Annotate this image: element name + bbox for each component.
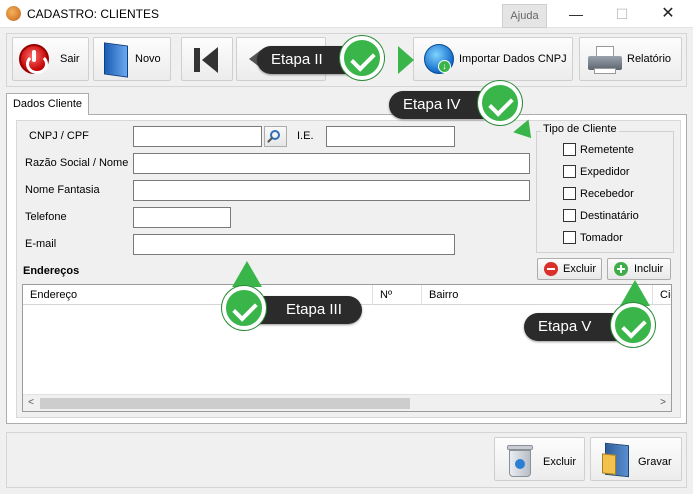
nome-fantasia-input[interactable] — [133, 180, 530, 201]
first-record-button[interactable] — [181, 37, 233, 81]
download-badge-icon: ↓ — [438, 60, 451, 73]
close-button[interactable]: ✕ — [645, 0, 691, 28]
etapa3-check-icon — [222, 286, 266, 330]
delete-button[interactable]: Excluir — [494, 437, 585, 481]
destinatario-label: Destinatário — [580, 210, 639, 222]
enderecos-title: Endereços — [23, 265, 80, 277]
etapa2-arrow — [398, 46, 414, 74]
app-icon — [6, 6, 21, 21]
expedidor-label: Expedidor — [580, 166, 630, 178]
column-numero[interactable]: Nº — [373, 285, 422, 305]
etapa2-check-icon — [340, 36, 384, 80]
add-address-button[interactable]: Incluir — [607, 258, 671, 280]
cnpj-label: CNPJ / CPF — [29, 130, 89, 142]
exit-button-label: Sair — [60, 53, 80, 65]
remetente-checkbox[interactable] — [563, 143, 576, 156]
remetente-label: Remetente — [580, 144, 634, 156]
delete-button-label: Excluir — [543, 456, 577, 468]
report-button-label: Relatório — [627, 53, 672, 65]
new-button-label: Novo — [135, 53, 161, 65]
expedidor-checkbox[interactable] — [563, 165, 576, 178]
save-icon — [605, 442, 629, 478]
printer-icon — [588, 46, 622, 74]
exit-button[interactable]: Sair — [12, 37, 89, 81]
email-input[interactable] — [133, 234, 455, 255]
save-button-label: Gravar — [638, 456, 672, 468]
window-title: CADASTRO: CLIENTES — [27, 7, 160, 21]
remove-address-button[interactable]: Excluir — [537, 258, 602, 280]
etapa5-check-icon — [611, 303, 655, 347]
report-button[interactable]: Relatório — [579, 37, 682, 81]
remove-address-label: Excluir — [563, 263, 597, 275]
etapa4-check-icon — [478, 81, 522, 125]
title-bar: CADASTRO: CLIENTES Ajuda — ☐ ✕ — [0, 0, 693, 28]
new-button[interactable]: Novo — [93, 37, 171, 81]
minimize-button[interactable]: — — [553, 0, 599, 28]
etapa3-arrow — [232, 261, 262, 287]
razao-social-input[interactable] — [133, 153, 530, 174]
telefone-label: Telefone — [25, 211, 67, 223]
recebedor-checkbox[interactable] — [563, 187, 576, 200]
tomador-checkbox[interactable] — [563, 231, 576, 244]
save-button[interactable]: Gravar — [590, 437, 682, 481]
remove-icon — [544, 262, 558, 276]
email-label: E-mail — [25, 238, 57, 250]
ie-input[interactable] — [326, 126, 455, 147]
recebedor-label: Recebedor — [580, 188, 634, 200]
tipo-cliente-legend: Tipo de Cliente — [541, 123, 619, 135]
razao-social-label: Razão Social / Nome — [25, 157, 129, 169]
destinatario-checkbox[interactable] — [563, 209, 576, 222]
first-record-icon — [192, 46, 222, 74]
maximize-button[interactable]: ☐ — [599, 0, 645, 28]
new-document-icon — [104, 42, 128, 78]
telefone-input[interactable] — [133, 207, 231, 228]
column-cidade[interactable]: Cid — [653, 285, 671, 305]
tab-dados-cliente[interactable]: Dados Cliente — [6, 93, 89, 115]
help-button[interactable]: Ajuda — [502, 4, 547, 28]
trash-icon — [507, 445, 533, 477]
scroll-left-icon[interactable]: < — [25, 397, 37, 409]
power-icon — [19, 44, 49, 74]
ie-label: I.E. — [297, 130, 314, 142]
nome-fantasia-label: Nome Fantasia — [25, 184, 100, 196]
import-cnpj-button[interactable]: ↓ Importar Dados CNPJ — [413, 37, 573, 81]
horizontal-scrollbar[interactable]: < > — [23, 394, 671, 411]
cnpj-search-button[interactable] — [264, 126, 287, 147]
column-bairro[interactable]: Bairro — [422, 285, 653, 305]
scroll-right-icon[interactable]: > — [657, 397, 669, 409]
add-address-label: Incluir — [634, 263, 664, 275]
add-icon — [614, 262, 628, 276]
cnpj-input[interactable] — [133, 126, 262, 147]
import-cnpj-button-label: Importar Dados CNPJ — [459, 53, 567, 65]
tomador-label: Tomador — [580, 232, 623, 244]
scrollbar-thumb[interactable] — [40, 398, 410, 409]
search-icon — [270, 130, 280, 140]
